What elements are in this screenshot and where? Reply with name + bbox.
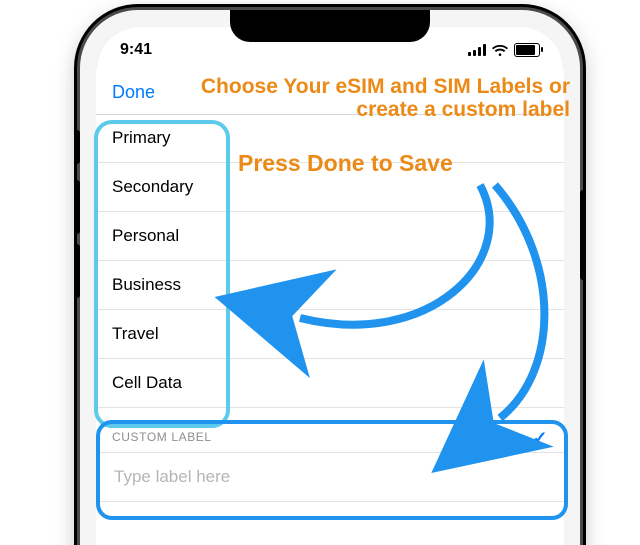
status-icons bbox=[468, 39, 540, 57]
volume-down-button bbox=[74, 244, 80, 298]
custom-label-row[interactable] bbox=[96, 453, 564, 502]
list-item-label: Secondary bbox=[112, 177, 193, 197]
power-button bbox=[580, 190, 586, 280]
checkmark-icon: ✓ bbox=[532, 432, 548, 444]
signal-icon bbox=[468, 44, 486, 56]
list-item-label: Personal bbox=[112, 226, 179, 246]
list-item-label: Business bbox=[112, 275, 181, 295]
done-button[interactable]: Done bbox=[112, 82, 155, 103]
label-option-personal[interactable]: Personal bbox=[96, 212, 564, 261]
annotation-text-top: Choose Your eSIM and SIM Labels or creat… bbox=[190, 75, 580, 121]
status-time: 9:41 bbox=[120, 37, 174, 59]
battery-icon bbox=[514, 43, 540, 57]
mute-switch bbox=[74, 130, 80, 164]
custom-label-header: CUSTOM LABEL ✓ bbox=[96, 408, 564, 453]
list-item-label: Travel bbox=[112, 324, 159, 344]
label-option-cell-data[interactable]: Cell Data bbox=[96, 359, 564, 408]
volume-up-button bbox=[74, 180, 80, 234]
annotation-text-middle: Press Done to Save bbox=[238, 150, 453, 177]
content-area: Primary Secondary Personal Business Trav… bbox=[96, 114, 564, 545]
phone-notch bbox=[230, 10, 430, 42]
list-item-label: Cell Data bbox=[112, 373, 182, 393]
list-item-label: Primary bbox=[112, 128, 171, 148]
section-header-text: CUSTOM LABEL bbox=[112, 430, 212, 444]
label-option-travel[interactable]: Travel bbox=[96, 310, 564, 359]
label-option-business[interactable]: Business bbox=[96, 261, 564, 310]
custom-label-input[interactable] bbox=[112, 466, 564, 488]
stage: 9:41 Done bbox=[0, 0, 640, 545]
wifi-icon bbox=[492, 44, 508, 56]
